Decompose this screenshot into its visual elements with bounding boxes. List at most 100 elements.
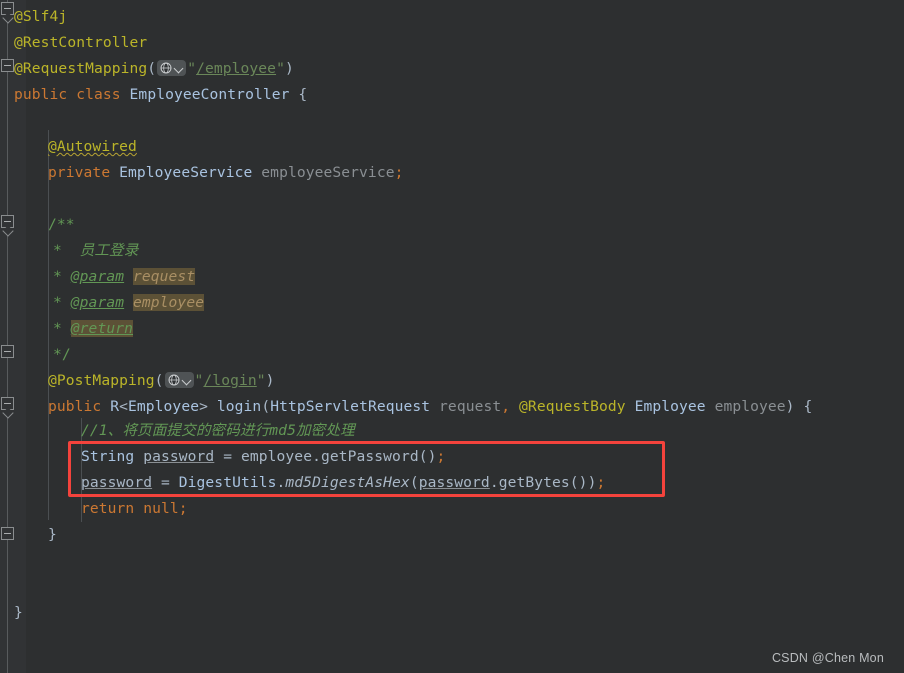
field-employeeservice: employeeService xyxy=(261,164,395,181)
quote: " xyxy=(276,60,285,77)
globe-icon xyxy=(168,374,180,386)
code-line[interactable]: * @return xyxy=(53,316,133,342)
post-mapping-path[interactable]: /login xyxy=(203,372,256,389)
javadoc-tag-param: @param xyxy=(70,268,125,285)
keyword-private: private xyxy=(48,164,111,181)
assignment-operator: = xyxy=(160,474,170,491)
semicolon: ; xyxy=(436,448,446,465)
code-line[interactable]: public class EmployeeController { xyxy=(14,82,307,108)
paren: ( xyxy=(409,474,419,491)
javadoc-close: */ xyxy=(53,346,71,363)
url-mapping-badge[interactable] xyxy=(164,372,194,388)
keyword-null: null xyxy=(143,500,179,517)
type-employee: Employee xyxy=(634,398,706,415)
variable-password: password xyxy=(81,474,153,491)
code-line[interactable]: //1、将页面提交的密码进行md5加密处理 xyxy=(81,418,355,444)
annotation-slf4j: @Slf4j xyxy=(14,8,68,25)
code-line[interactable]: password = DigestUtils.md5DigestAsHex(pa… xyxy=(81,470,605,496)
paren: ( xyxy=(261,398,271,415)
annotation-autowired: @Autowired xyxy=(48,138,137,155)
generic-close: > xyxy=(199,398,208,415)
code-line[interactable]: /** xyxy=(48,212,75,238)
code-line[interactable]: @Slf4j xyxy=(14,4,67,30)
code-line[interactable]: String password = employee.getPassword()… xyxy=(81,444,445,470)
fold-marker-icon[interactable] xyxy=(1,397,14,410)
indent-guide xyxy=(48,130,49,520)
code-surface[interactable]: @Slf4j @RestController @RequestMapping("… xyxy=(14,0,904,673)
javadoc-param-employee: employee xyxy=(133,294,205,311)
method-getpassword: getPassword xyxy=(320,448,419,465)
method-name-login: login xyxy=(216,398,262,415)
type-string: String xyxy=(81,448,135,465)
code-line[interactable]: */ xyxy=(53,342,71,368)
annotation-requestmapping: @RequestMapping xyxy=(14,60,148,77)
paren: ) xyxy=(284,60,294,77)
brace: } xyxy=(48,526,57,543)
fold-marker-icon[interactable] xyxy=(1,345,14,358)
quote: " xyxy=(256,372,266,389)
code-line[interactable]: * @param request xyxy=(53,264,196,290)
type-employee: Employee xyxy=(128,398,200,415)
fold-marker-icon[interactable] xyxy=(1,59,14,72)
empty-parens: () xyxy=(569,474,588,491)
variable-password: password xyxy=(143,448,215,465)
request-mapping-path[interactable]: /employee xyxy=(196,60,276,77)
javadoc-tag-param: @param xyxy=(70,294,125,311)
code-line[interactable]: public R<Employee> login(HttpServletRequ… xyxy=(48,394,812,420)
type-httpservletrequest: HttpServletRequest xyxy=(270,398,431,415)
watermark: CSDN @Chen Mon xyxy=(771,651,884,665)
url-mapping-badge[interactable] xyxy=(157,60,187,76)
quote: " xyxy=(187,60,197,77)
method-md5digestashex: md5DigestAsHex xyxy=(285,474,410,491)
javadoc-open: /** xyxy=(48,216,75,233)
code-line[interactable]: @RequestMapping("/employee") xyxy=(14,56,294,82)
type-r: R xyxy=(110,398,120,415)
code-line[interactable]: @RestController xyxy=(14,30,147,56)
comment-md5-step1: //1、将页面提交的密码进行md5加密处理 xyxy=(81,422,355,439)
object-employee: employee xyxy=(240,448,313,465)
javadoc-tag-return: @return xyxy=(70,320,133,337)
chevron-down-icon[interactable] xyxy=(173,63,184,74)
code-editor[interactable]: @Slf4j @RestController @RequestMapping("… xyxy=(0,0,904,673)
javadoc-param-request: request xyxy=(133,268,196,285)
class-name-employeecontroller: EmployeeController xyxy=(129,86,290,103)
paren: ) xyxy=(265,372,275,389)
keyword-return: return xyxy=(81,500,135,517)
javadoc-star: * xyxy=(53,242,62,259)
javadoc-star: * xyxy=(53,268,62,285)
paren: ( xyxy=(154,372,164,389)
code-line[interactable]: return null; xyxy=(81,496,188,522)
param-employee: employee xyxy=(714,398,786,415)
annotation-postmapping: @PostMapping xyxy=(48,372,155,389)
keyword-class: class xyxy=(76,86,121,103)
dot: . xyxy=(312,448,321,465)
paren: ) xyxy=(785,398,795,415)
fold-marker-icon[interactable] xyxy=(1,215,14,228)
semicolon: ; xyxy=(178,500,188,517)
code-line[interactable]: private EmployeeService employeeService; xyxy=(48,160,403,186)
code-line[interactable]: @PostMapping("/login") xyxy=(48,368,275,394)
chevron-down-icon[interactable] xyxy=(181,375,191,386)
annotation-requestbody: @RequestBody xyxy=(519,398,626,415)
fold-marker-icon[interactable] xyxy=(1,527,14,540)
class-digestutils: DigestUtils xyxy=(178,474,277,491)
dot: . xyxy=(489,474,499,491)
generic-open: < xyxy=(119,398,128,415)
fold-marker-icon[interactable] xyxy=(1,2,14,15)
semicolon: ; xyxy=(596,474,606,491)
javadoc-star: * xyxy=(53,294,62,311)
annotation-restcontroller: @RestController xyxy=(14,34,148,51)
code-line[interactable]: } xyxy=(14,600,23,626)
code-line[interactable]: * @param employee xyxy=(53,290,205,316)
globe-icon xyxy=(160,62,172,74)
code-line[interactable]: } xyxy=(48,522,57,548)
code-line[interactable]: @Autowired xyxy=(48,134,137,160)
gutter-rail xyxy=(7,0,8,673)
javadoc-star: * xyxy=(53,320,62,337)
empty-parens: () xyxy=(418,448,437,465)
brace: { xyxy=(803,398,813,415)
brace: } xyxy=(14,604,23,621)
keyword-public: public xyxy=(14,86,68,103)
code-line[interactable]: * 员工登录 xyxy=(53,238,138,264)
param-request: request xyxy=(439,398,502,415)
